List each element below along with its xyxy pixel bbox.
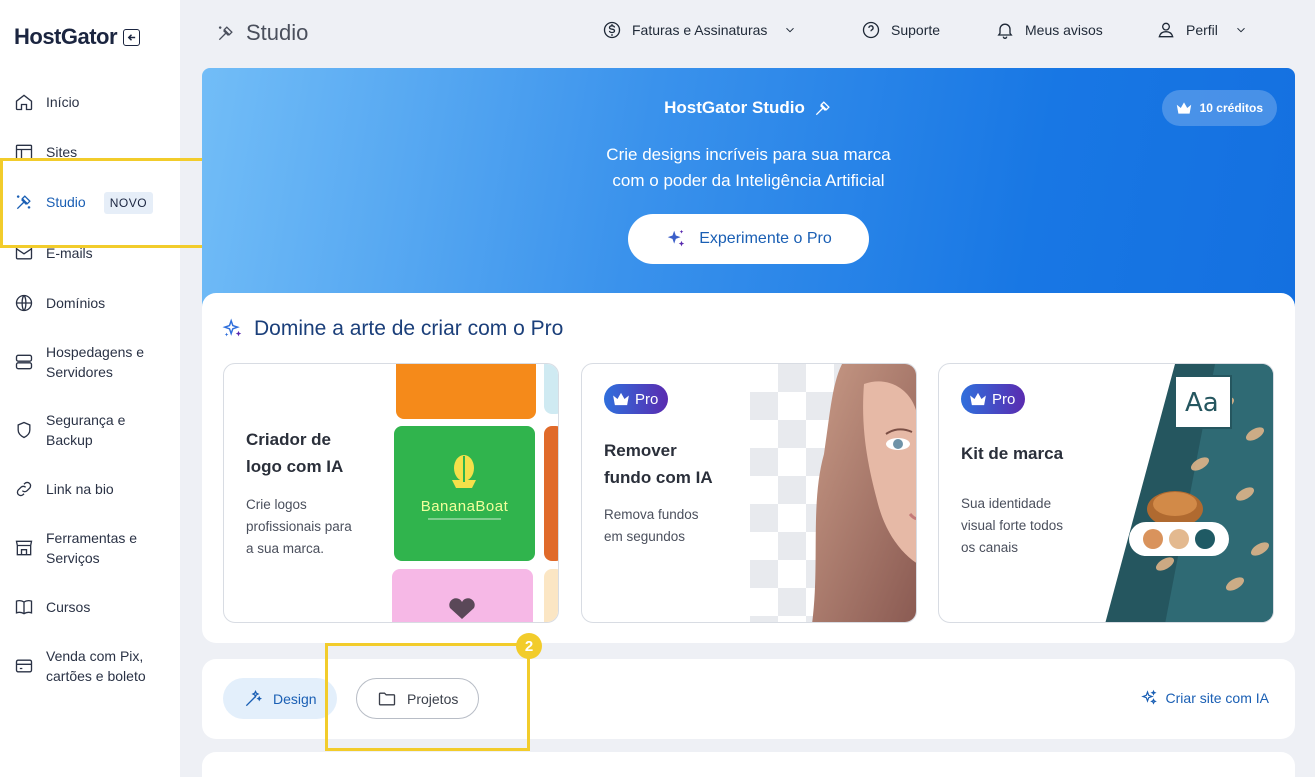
studio-icon [218,26,233,41]
sparkles-icon [667,229,685,247]
sidebar-item-seguranca[interactable]: Segurança e Backup [14,410,125,450]
sparkles-icon [222,318,242,337]
card-title: Remover fundo com IA [604,441,713,487]
card-description: Sua identidade visual forte todos os canai… [961,496,1064,555]
hostgator-logo[interactable]: HostGator [14,24,141,50]
bell-icon [997,23,1013,39]
sidebar-item-label: Venda com Pix, cartões e boleto [46,648,146,684]
card-remove-background[interactable]: Pro Remover fundo com IA Remova fundos em … [581,363,917,623]
crown-icon [1176,102,1191,114]
server-icon [15,354,33,370]
content-panel [202,752,1295,777]
banana-boat-icon [452,455,476,488]
sidebar-item-inicio[interactable]: Início [14,92,79,112]
store-icon [15,540,33,556]
hero-subtitle: Crie designs incríveis para sua marca co… [202,142,1295,194]
logo-tagline-line [428,518,501,520]
logo-sample-orange [396,364,536,419]
home-icon [15,94,33,111]
page-title-text: Studio [246,20,309,45]
help-icon [862,21,880,39]
pro-badge-label: Pro [635,390,659,408]
sidebar-item-ferramentas[interactable]: Ferramentas e Serviços [14,528,137,568]
logo-sample-pink [392,569,533,622]
sidebar-item-label: Ferramentas e Serviços [46,530,138,566]
logo-sample-red [544,426,558,561]
support-label: Suporte [891,22,941,38]
shield-icon [17,421,31,439]
tab-design[interactable]: Design [223,678,337,719]
banana-boat-text: BananaBoat [420,498,509,515]
globe-icon [15,294,33,312]
user-icon [1158,22,1174,38]
support-link[interactable]: Suporte [861,20,940,40]
billing-menu[interactable]: Faturas e Assinaturas [602,20,797,40]
sidebar-item-label: Cursos [46,599,91,615]
hero-title: HostGator Studio [202,98,1295,118]
credits-badge[interactable]: 10 créditos [1161,90,1277,126]
profile-menu[interactable]: Perfil [1156,20,1248,40]
hero-subtitle-line2: com o poder da Inteligência Artificial [612,171,885,190]
chevron-down-icon [786,27,795,33]
page-title: Studio [216,20,308,46]
crown-icon [613,392,629,406]
crown-icon [970,392,986,406]
collapse-sidebar-icon[interactable] [123,28,141,46]
highlight-box-studio [0,158,220,248]
banana-boat-logo: BananaBoat [394,426,535,561]
sidebar-item-label: Hospedagens e Servidores [46,344,145,380]
sidebar-item-label: Link na bio [46,481,114,497]
logo-sample-cream [544,569,558,622]
credits-label: 10 créditos [1199,101,1263,115]
sidebar-item-hospedagens[interactable]: Hospedagens e Servidores [14,342,144,382]
card-brand-kit[interactable]: Pro Kit de marca Sua identidade visual fo… [938,363,1274,623]
pro-section-title-text: Domine a arte de criar com o Pro [254,317,564,340]
pro-features-panel: Domine a arte de criar com o Pro Criador… [202,293,1295,643]
logo-text: HostGator [14,24,118,49]
card-description: Remova fundos em segundos [604,507,699,544]
sidebar: HostGator Início Sites Studio NOVO E-mai… [0,0,180,777]
sparkles-icon [1140,689,1157,705]
sidebar-item-label: Domínios [46,295,106,311]
woman-portrait-image [812,364,916,622]
logo-sample-teal [544,364,558,414]
pro-badge: Pro [961,384,1026,414]
link-icon [16,481,32,497]
create-site-ai-link[interactable]: Criar site com IA [1140,689,1269,707]
hero-title-text: HostGator Studio [664,98,805,117]
try-pro-label: Experimente o Pro [699,230,832,247]
sidebar-item-label: Início [46,94,80,110]
heart-logo-icon [449,598,475,619]
magic-wand-icon [245,689,262,706]
highlight-marker-2: 2 [516,633,542,659]
create-site-ai-label: Criar site com IA [1165,690,1269,706]
billing-label: Faturas e Assinaturas [632,22,768,38]
book-icon [15,599,33,615]
sidebar-item-dominios[interactable]: Domínios [14,293,105,313]
typography-sample: Aa [1185,388,1219,418]
studio-icon [815,101,830,116]
sidebar-item-link-bio[interactable]: Link na bio [14,479,114,499]
card-title: Criador de logo com IA [246,430,344,476]
card-description: Crie logos profissionais para a sua marca. [246,497,352,556]
pro-badge: Pro [604,384,669,414]
sidebar-item-label: Segurança e Backup [46,412,126,448]
chevron-down-icon [1237,27,1245,33]
pro-section-title: Domine a arte de criar com o Pro [222,317,563,341]
tab-design-label: Design [273,690,317,707]
pro-badge-label: Pro [992,390,1016,408]
payment-icon [15,659,33,673]
dollar-icon [603,21,621,39]
hero-subtitle-line1: Crie designs incríveis para sua marca [606,145,891,164]
profile-label: Perfil [1186,22,1218,38]
highlight-box-projects [325,643,530,751]
card-title: Kit de marca [961,444,1064,463]
sidebar-item-venda-pix[interactable]: Venda com Pix, cartões e boleto [14,646,146,686]
notices-link[interactable]: Meus avisos [995,20,1103,40]
card-logo-creator[interactable]: Criador de logo com IA Crie logos profissi… [223,363,559,623]
notices-label: Meus avisos [1025,22,1103,38]
try-pro-button[interactable]: Experimente o Pro [628,214,869,264]
sidebar-item-cursos[interactable]: Cursos [14,597,90,617]
